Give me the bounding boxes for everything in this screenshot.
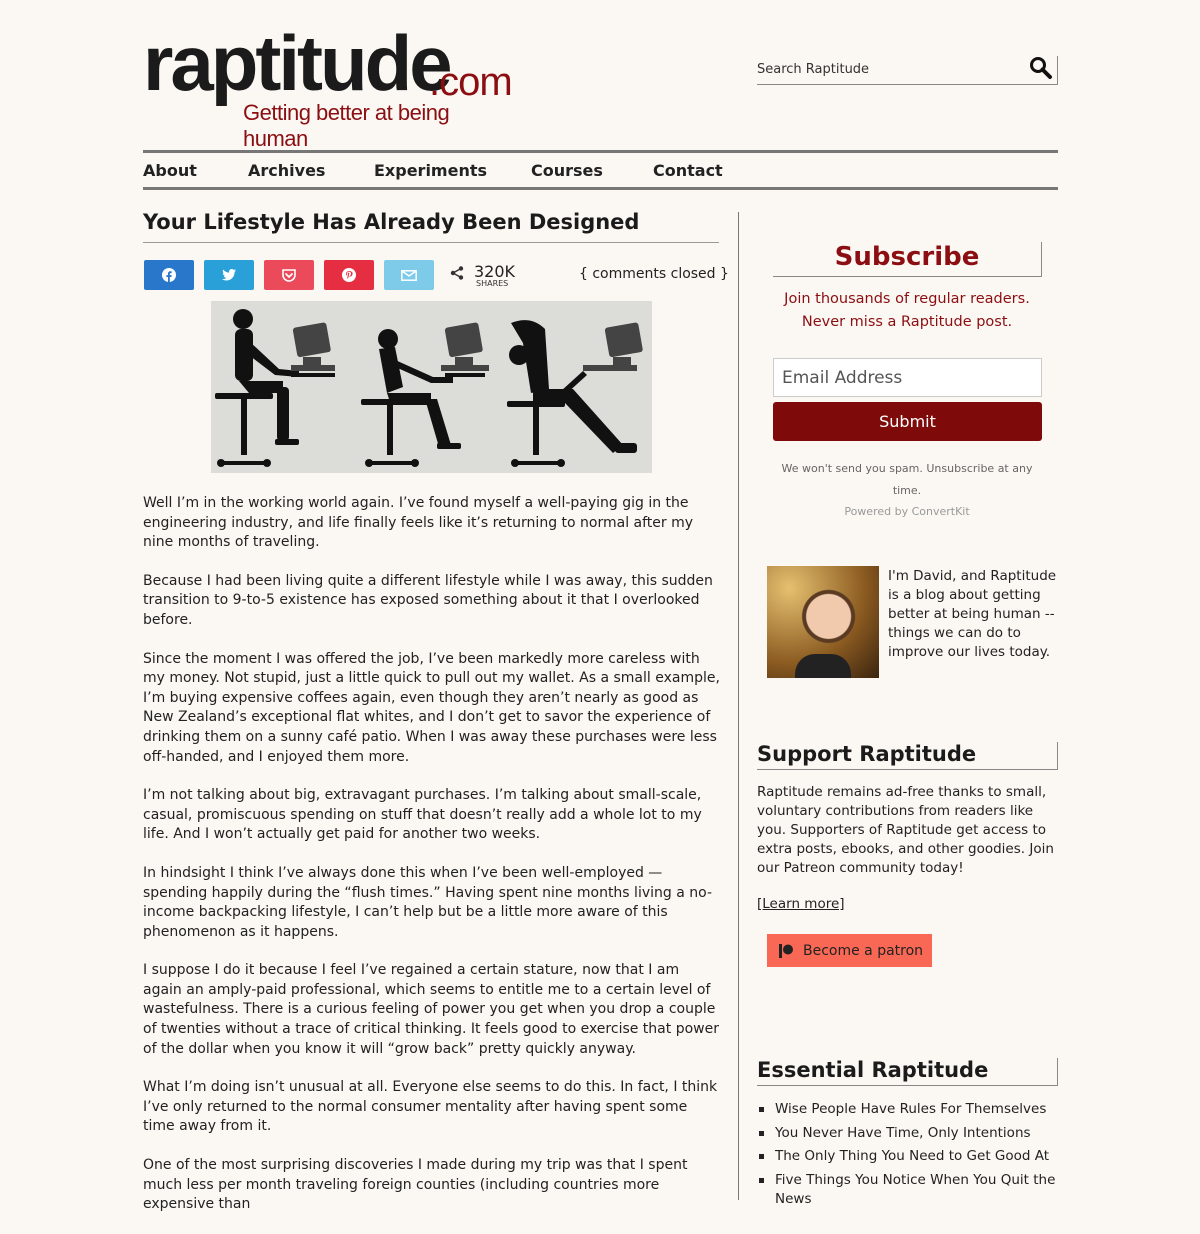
become-patron-label: Become a patron [803,942,924,959]
nav-contact[interactable]: Contact [653,161,723,180]
post-paragraph: I suppose I do it because I feel I’ve re… [143,962,719,1057]
search-input[interactable] [757,62,1017,77]
learn-more-link[interactable]: [Learn more] [757,896,845,912]
essential-link[interactable]: The Only Thing You Need to Get Good At [757,1147,1057,1166]
search-form [757,56,1058,85]
share-pocket-button[interactable] [264,260,314,290]
post-paragraph: Since the moment I was offered the job, … [143,650,720,765]
post-paragraph: In hindsight I think I’ve always done th… [143,864,712,940]
essential-link[interactable]: You Never Have Time, Only Intentions [757,1124,1057,1143]
pinterest-icon [342,268,356,282]
support-heading: Support Raptitude [757,742,1058,770]
share-icon [450,266,464,280]
share-email-button[interactable] [384,260,434,290]
post-title: Your Lifestyle Has Already Been Designed [143,210,719,243]
logo-domain: .com [429,60,513,104]
essential-link[interactable]: Wise People Have Rules For Themselves [757,1100,1057,1119]
pocket-icon [282,268,296,282]
essential-list: Wise People Have Rules For Themselves Yo… [757,1100,1057,1213]
posture-illustration [211,301,652,473]
become-patron-button[interactable]: Become a patron [767,934,932,967]
facebook-icon [162,268,176,282]
magnifier-icon[interactable] [1029,56,1053,80]
email-field[interactable] [773,358,1042,397]
patreon-icon [779,943,793,958]
no-spam-note: We won't send you spam. Unsubscribe at a… [781,462,1033,497]
essential-heading: Essential Raptitude [757,1058,1058,1086]
subscribe-line-1: Join thousands of regular readers. [784,291,1030,307]
submit-button[interactable]: Submit [773,402,1042,441]
main-nav: About Archives Experiments Courses Conta… [143,150,1058,190]
essential-link[interactable]: Five Things You Notice When You Quit the… [757,1171,1057,1209]
subscribe-line-2: Never miss a Raptitude post. [801,314,1013,330]
post-paragraph: What I’m doing isn’t unusual at all. Eve… [143,1079,718,1135]
post-body: Well I’m in the working world again. I’v… [143,494,721,1234]
author-avatar [767,566,879,678]
nav-about[interactable]: About [143,161,197,180]
share-twitter-button[interactable] [204,260,254,290]
subscribe-title: Subscribe [834,242,980,272]
support-text: Raptitude remains ad-free thanks to smal… [757,784,1054,876]
post-paragraph: I’m not talking about big, extravagant p… [143,787,702,843]
nav-archives[interactable]: Archives [248,161,325,180]
sidebar-divider [738,212,739,1200]
twitter-icon [222,269,236,281]
logo-wordmark: raptitude [143,19,453,107]
email-icon [401,269,417,281]
support-title: Support Raptitude [757,742,977,766]
share-count-label: SHARES [476,279,509,288]
comments-status: { comments closed } [579,266,729,282]
subscribe-description: Join thousands of regular readers. Never… [773,288,1041,334]
post-paragraph: One of the most surprising discoveries I… [143,1157,688,1213]
share-facebook-button[interactable] [144,260,194,290]
site-logo[interactable]: raptitude .com Getting better at being h… [143,19,513,151]
post-paragraph: Because I had been living quite a differ… [143,572,713,628]
post-paragraph: Well I’m in the working world again. I’v… [143,495,694,551]
nav-courses[interactable]: Courses [531,161,603,180]
powered-by-link[interactable]: Powered by ConvertKit [773,505,1041,518]
essential-title: Essential Raptitude [757,1058,989,1082]
nav-experiments[interactable]: Experiments [374,161,487,180]
subscribe-heading: Subscribe [773,242,1042,277]
author-bio: I'm David, and Raptitude is a blog about… [888,568,1057,660]
share-pinterest-button[interactable] [324,260,374,290]
logo-tagline: Getting better at being human [243,100,450,151]
